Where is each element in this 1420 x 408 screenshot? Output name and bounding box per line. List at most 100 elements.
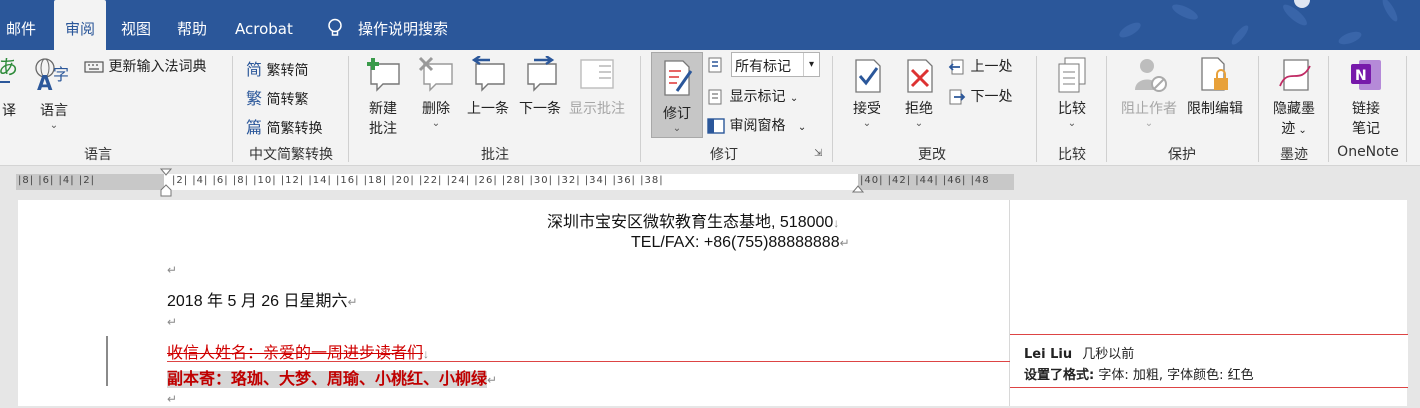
show-comments-button[interactable]: 显示批注 <box>566 56 628 118</box>
group-separator <box>1328 56 1329 162</box>
svg-text:あ: あ <box>0 56 18 79</box>
tab-view[interactable]: 视图 <box>121 0 153 50</box>
tab-review[interactable]: 审阅 <box>54 0 106 50</box>
hide-ink-button[interactable]: 隐藏墨 迹 ⌄ <box>1264 56 1324 138</box>
reject-icon <box>907 59 933 93</box>
conversion-glyph-icon: 篇 <box>246 118 263 137</box>
compare-label: 比较 <box>1058 101 1086 117</box>
track-changes-icon <box>664 60 693 96</box>
reject-button[interactable]: 拒绝 ⌄ <box>898 56 940 129</box>
language-button[interactable]: A字 语言 ⌄ <box>30 56 78 131</box>
dropdown-arrow-icon[interactable]: ▾ <box>803 53 819 76</box>
reject-label: 拒绝 <box>905 101 933 117</box>
block-authors-button[interactable]: 阻止作者 ⌄ <box>1118 56 1180 129</box>
comment-connector-line <box>167 361 1010 362</box>
revision-balloon[interactable]: Lei Liu 几秒以前 设置了格式: 字体: 加粗, 字体颜色: 红色 <box>1010 334 1408 388</box>
traditional-glyph-icon: 繁 <box>246 89 263 108</box>
tell-me-label: 操作说明搜索 <box>358 20 449 38</box>
deleted-line[interactable]: 收信人姓名：亲爱的一周进步读者们↓ <box>167 339 429 363</box>
group-separator <box>232 56 233 162</box>
onenote-icon: N <box>1351 60 1381 90</box>
hide-ink-label-1: 隐藏墨 <box>1273 101 1315 117</box>
chevron-down-icon: ⌄ <box>431 118 441 129</box>
translate-button[interactable]: あ 译 <box>0 55 24 120</box>
delete-comment-label: 删除 <box>422 101 450 117</box>
previous-change-button[interactable]: 上一处 <box>948 56 1012 76</box>
markup-mode-icon <box>708 57 722 73</box>
new-comment-label-2: 批注 <box>369 121 397 137</box>
new-comment-label-1: 新建 <box>369 101 397 117</box>
tab-help[interactable]: 帮助 <box>177 0 209 50</box>
group-separator <box>832 56 833 162</box>
telfax-line[interactable]: TEL/FAX: +86(755)88888888↵ <box>631 234 850 252</box>
paragraph-mark: ↵ <box>167 392 178 406</box>
delete-comment-button[interactable]: 删除 ⌄ <box>414 56 458 129</box>
address-line[interactable]: 深圳市宝安区微软教育生态基地, 518000↓ <box>547 208 839 232</box>
reviewing-pane-icon <box>707 118 725 134</box>
show-comments-label: 显示批注 <box>569 101 625 117</box>
horizontal-ruler[interactable]: |8| |6| |4| |2| |2| |4| |6| |8| |10| |12… <box>0 166 1420 200</box>
keyboard-icon <box>84 61 104 73</box>
ribbon-review: あ 译 A字 语言 ⌄ 更新输入法词典 语言 简 繁转简 繁 简转繁 篇 简繁转… <box>0 50 1420 166</box>
group-separator <box>1106 56 1107 162</box>
empty-paragraph[interactable]: ↵ <box>167 390 177 408</box>
svg-text:A: A <box>37 71 53 92</box>
group-label-language: 语言 <box>84 147 112 163</box>
show-markup-icon <box>708 89 722 105</box>
paragraph-mark: ↵ <box>167 263 178 277</box>
formatted-line[interactable]: 副本寄：珞珈、大梦、周瑜、小桃红、小柳绿↵ <box>167 365 497 389</box>
compare-icon <box>1058 57 1086 93</box>
compare-button[interactable]: 比较 ⌄ <box>1050 56 1094 129</box>
line-break-mark: ↓ <box>423 347 430 361</box>
empty-paragraph[interactable]: ↵ <box>167 313 177 331</box>
revision-author: Lei Liu <box>1024 347 1073 362</box>
accept-button[interactable]: 接受 ⌄ <box>846 56 888 129</box>
right-indent-marker-icon[interactable] <box>852 180 864 194</box>
change-bar <box>106 336 108 386</box>
accept-label: 接受 <box>853 101 881 117</box>
restrict-editing-button[interactable]: 限制编辑 <box>1184 56 1246 118</box>
linked-notes-button[interactable]: N 链接 笔记 <box>1340 56 1392 138</box>
ruler-left-numbers: |8| |6| |4| |2| <box>18 175 95 186</box>
hide-ink-label-2: 迹 <box>1281 121 1296 137</box>
group-separator <box>348 56 349 162</box>
restrict-editing-icon <box>1201 57 1228 91</box>
accept-icon <box>855 59 881 93</box>
svg-text:N: N <box>1355 68 1367 84</box>
next-comment-button[interactable]: 下一条 <box>516 55 564 118</box>
tell-me-search[interactable]: 操作说明搜索 <box>326 0 476 50</box>
lightbulb-icon <box>328 18 342 36</box>
to-simplified-button[interactable]: 简 繁转简 <box>246 56 308 80</box>
group-label-compare: 比较 <box>1058 147 1086 163</box>
group-separator <box>1406 56 1407 162</box>
address-text: 深圳市宝安区微软教育生态基地, 518000 <box>547 214 834 231</box>
chinese-conversion-label: 简繁转换 <box>266 121 323 137</box>
show-markup-button[interactable]: 显示标记 ⌄ <box>707 86 798 106</box>
chinese-conversion-button[interactable]: 篇 简繁转换 <box>246 114 322 138</box>
to-simplified-label: 繁转简 <box>266 63 309 79</box>
block-authors-icon <box>1135 59 1167 92</box>
tab-mailings[interactable]: 邮件 <box>6 0 38 50</box>
chevron-down-icon: ⌄ <box>1144 118 1154 129</box>
group-label-protect: 保护 <box>1168 147 1196 163</box>
reviewing-pane-label: 审阅窗格 <box>729 118 786 134</box>
group-separator <box>640 56 641 162</box>
to-traditional-button[interactable]: 繁 简转繁 <box>246 85 308 109</box>
new-comment-button[interactable]: 新建 批注 <box>360 56 406 138</box>
indent-marker-icon[interactable] <box>160 168 172 198</box>
linked-notes-label-1: 链接 <box>1352 101 1380 117</box>
previous-comment-button[interactable]: 上一条 <box>464 55 512 118</box>
dialog-launcher-icon[interactable]: ⇲ <box>814 148 822 159</box>
track-changes-button[interactable]: 修订 ⌄ <box>651 52 703 138</box>
tab-acrobat[interactable]: Acrobat <box>235 0 297 50</box>
reviewing-pane-button[interactable]: 审阅窗格 ⌄ <box>707 115 806 135</box>
markup-select-value: 所有标记 <box>735 59 791 75</box>
translate-label: 译 <box>2 103 16 119</box>
next-change-button[interactable]: 下一处 <box>948 86 1012 106</box>
empty-paragraph[interactable]: ↵ <box>167 261 177 279</box>
markup-select[interactable]: 所有标记 ▾ <box>731 52 820 77</box>
next-comment-label: 下一条 <box>519 101 561 117</box>
update-ime-dictionary-button[interactable]: 更新输入法词典 <box>84 56 206 76</box>
date-line[interactable]: 2018 年 5 月 26 日星期六↵ <box>167 287 358 311</box>
update-ime-label: 更新输入法词典 <box>108 59 207 75</box>
